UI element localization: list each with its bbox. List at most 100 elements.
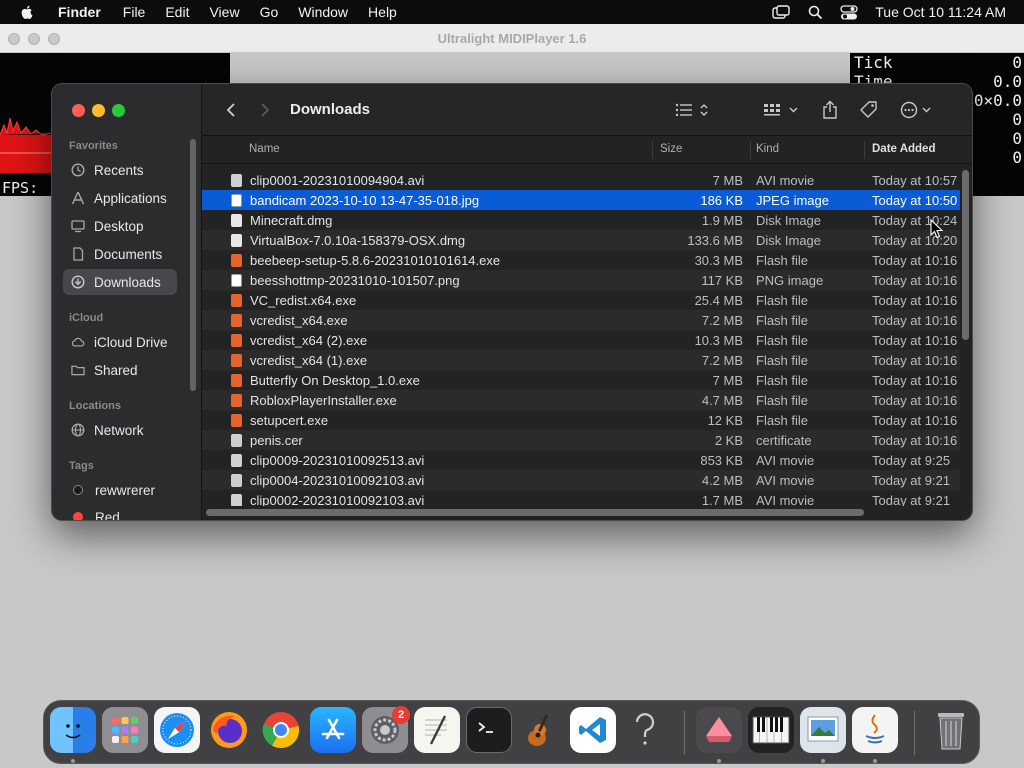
close-button[interactable] — [72, 104, 85, 117]
piano-dock-icon[interactable] — [748, 707, 794, 753]
column-header-date-added[interactable]: Date Added — [872, 143, 935, 155]
file-row[interactable]: VC_redist.x64.exe 25.4 MB Flash file Tod… — [202, 290, 960, 310]
file-row[interactable]: vcredist_x64 (1).exe 7.2 MB Flash file T… — [202, 350, 960, 370]
list-view-icon — [675, 103, 708, 117]
garageband-dock-icon[interactable] — [518, 707, 564, 753]
column-divider[interactable] — [750, 141, 751, 159]
terminal-dock-icon[interactable] — [466, 707, 512, 753]
file-size: 10.3 MB — [694, 333, 743, 348]
app-store-dock-icon[interactable] — [310, 707, 356, 753]
chrome-dock-icon[interactable] — [258, 707, 304, 753]
finder-dock-icon[interactable] — [50, 707, 96, 753]
menu-app-finder[interactable]: Finder — [58, 4, 101, 20]
file-type-icon — [231, 214, 242, 227]
file-kind: Disk Image — [756, 213, 822, 228]
safari-dock-icon[interactable] — [154, 707, 200, 753]
file-kind: Flash file — [756, 333, 809, 348]
file-row[interactable]: RobloxPlayerInstaller.exe 4.7 MB Flash f… — [202, 390, 960, 410]
file-kind: Flash file — [756, 413, 809, 428]
file-row[interactable]: clip0001-20231010094904.avi 7 MB AVI mov… — [202, 170, 960, 190]
file-row-selected[interactable]: bandicam 2023-10-10 13-47-35-018.jpg 186… — [202, 190, 960, 210]
group-button[interactable] — [762, 99, 802, 121]
sidebar-item-label: Network — [94, 422, 144, 438]
stat-value: 0 — [1012, 53, 1022, 72]
menu-help[interactable]: Help — [368, 4, 397, 20]
column-header-name[interactable]: Name — [249, 143, 280, 155]
file-type-icon — [231, 334, 242, 347]
sidebar-item-label: Red — [95, 509, 120, 521]
view-options-button[interactable] — [674, 99, 712, 121]
apple-menu-icon[interactable] — [18, 3, 36, 21]
sidebar-item-recents[interactable]: Recents — [63, 157, 177, 183]
window-switch-icon[interactable] — [771, 4, 791, 20]
file-row[interactable]: VirtualBox-7.0.10a-158379-OSX.dmg 133.6 … — [202, 230, 960, 250]
file-row[interactable]: clip0009-20231010092513.avi 853 KB AVI m… — [202, 450, 960, 470]
sidebar-item-shared[interactable]: Shared — [63, 357, 177, 383]
trash-dock-icon[interactable] — [928, 707, 974, 753]
forward-button[interactable] — [256, 99, 274, 121]
file-row[interactable]: clip0002-20231010092103.avi 1.7 MB AVI m… — [202, 490, 960, 506]
column-header-size[interactable]: Size — [660, 143, 682, 155]
file-row[interactable]: setupcert.exe 12 KB Flash file Today at … — [202, 410, 960, 430]
back-button[interactable] — [222, 99, 240, 121]
tags-button[interactable] — [858, 99, 880, 121]
file-kind: AVI movie — [756, 473, 815, 488]
menu-file[interactable]: File — [123, 4, 146, 20]
file-size: 1.9 MB — [701, 213, 743, 228]
menu-edit[interactable]: Edit — [165, 4, 189, 20]
column-header-kind[interactable]: Kind — [756, 143, 779, 155]
sidebar-tag-red[interactable]: Red — [63, 504, 177, 521]
file-type-icon — [231, 494, 242, 506]
file-row[interactable]: vcredist_x64.exe 7.2 MB Flash file Today… — [202, 310, 960, 330]
zoom-button[interactable] — [112, 104, 125, 117]
file-row[interactable]: Minecraft.dmg 1.9 MB Disk Image Today at… — [202, 210, 960, 230]
file-row[interactable]: beesshottmp-20231010-101507.png 117 KB P… — [202, 270, 960, 290]
sidebar-item-downloads[interactable]: Downloads — [63, 269, 177, 295]
sidebar-item-applications[interactable]: Applications — [63, 185, 177, 211]
file-row[interactable]: vcredist_x64 (2).exe 10.3 MB Flash file … — [202, 330, 960, 350]
file-row[interactable]: clip0004-20231010092103.avi 4.2 MB AVI m… — [202, 470, 960, 490]
menu-view[interactable]: View — [209, 4, 239, 20]
file-kind: AVI movie — [756, 453, 815, 468]
java-dock-icon[interactable] — [852, 707, 898, 753]
sidebar-item-desktop[interactable]: Desktop — [63, 213, 177, 239]
launchpad-dock-icon[interactable] — [102, 707, 148, 753]
file-size: 186 KB — [700, 193, 743, 208]
file-type-icon — [231, 274, 242, 287]
file-list-vertical-scrollbar[interactable] — [962, 170, 969, 340]
dock-running-indicator — [717, 759, 721, 763]
firefox-dock-icon[interactable] — [206, 707, 252, 753]
preview-dock-icon[interactable] — [800, 707, 846, 753]
share-button[interactable] — [820, 99, 840, 121]
help-question-dock-icon[interactable] — [622, 707, 668, 753]
spotlight-search-icon[interactable] — [805, 4, 825, 20]
textedit-dock-icon[interactable] — [414, 707, 460, 753]
menu-go[interactable]: Go — [260, 4, 279, 20]
menu-window[interactable]: Window — [298, 4, 348, 20]
sidebar-item-documents[interactable]: Documents — [63, 241, 177, 267]
column-divider[interactable] — [864, 141, 865, 159]
finder-sidebar: Favorites Recents Applications Desktop D… — [52, 84, 202, 521]
file-date-added: Today at 10:16 — [872, 293, 958, 308]
more-actions-button[interactable] — [900, 99, 936, 121]
vscode-dock-icon[interactable] — [570, 707, 616, 753]
menu-bar: Finder File Edit View Go Window Help Tue… — [0, 0, 1024, 24]
sidebar-tag-rewwrerer[interactable]: rewwrerer — [63, 477, 177, 503]
file-row[interactable]: beebeep-setup-5.8.6-20231010101614.exe 3… — [202, 250, 960, 270]
file-row[interactable]: Butterfly On Desktop_1.0.exe 7 MB Flash … — [202, 370, 960, 390]
minimize-button[interactable] — [92, 104, 105, 117]
globe-icon — [71, 423, 85, 437]
file-date-added: Today at 10:16 — [872, 273, 958, 288]
sidebar-scrollbar[interactable] — [190, 139, 196, 391]
file-date-added: Today at 10:16 — [872, 353, 958, 368]
sidebar-item-icloud-drive[interactable]: iCloud Drive — [63, 329, 177, 355]
file-list-horizontal-scrollbar[interactable] — [206, 509, 864, 516]
control-center-icon[interactable] — [839, 4, 859, 20]
menubar-clock[interactable]: Tue Oct 10 11:24 AM — [875, 4, 1006, 20]
column-divider[interactable] — [652, 141, 653, 159]
sidebar-item-network[interactable]: Network — [63, 417, 177, 443]
pink-app-dock-icon[interactable] — [696, 707, 742, 753]
file-row[interactable]: penis.cer 2 KB certificate Today at 10:1… — [202, 430, 960, 450]
desktop-icon — [71, 219, 85, 233]
file-kind: JPEG image — [756, 193, 829, 208]
